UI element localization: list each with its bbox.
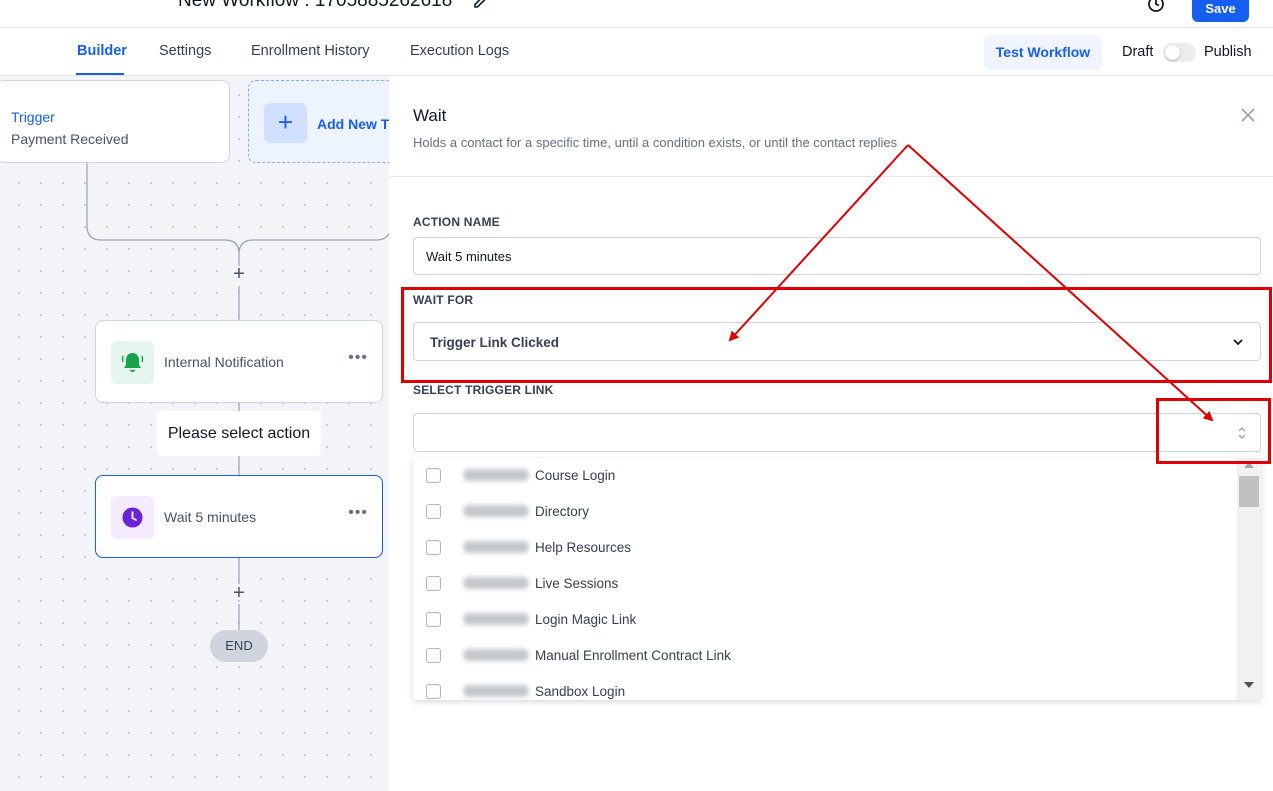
redacted-prefix — [463, 505, 529, 517]
workflow-title: New Workflow : 1705885262618 — [178, 0, 453, 11]
trigger-title: Trigger — [11, 109, 55, 125]
option-label: Sandbox Login — [535, 684, 626, 699]
history-icon[interactable] — [1146, 0, 1166, 14]
checkbox[interactable] — [426, 540, 441, 555]
list-item[interactable]: Login Magic Link — [413, 602, 1233, 638]
clock-icon — [111, 496, 154, 539]
add-new-trigger-button[interactable]: + Add New Trigger — [248, 80, 389, 163]
list-item[interactable]: Manual Enrollment Contract Link — [413, 638, 1233, 674]
close-icon[interactable] — [1241, 108, 1255, 122]
node-label: Internal Notification — [164, 354, 284, 370]
checkbox[interactable] — [426, 684, 441, 699]
option-label: Manual Enrollment Contract Link — [535, 648, 731, 663]
list-item[interactable]: Live Sessions — [413, 566, 1233, 602]
draft-label: Draft — [1122, 44, 1154, 60]
scroll-down-arrow-icon[interactable] — [1244, 682, 1254, 688]
select-trigger-link-label: SELECT TRIGGER LINK — [413, 383, 554, 397]
add-trigger-label: Add New Trigger — [317, 116, 389, 132]
trigger-link-multiselect[interactable] — [413, 413, 1261, 452]
panel-description: Holds a contact for a specific time, unt… — [413, 135, 898, 150]
workflow-canvas[interactable]: Trigger Payment Received + Add New Trigg… — [0, 76, 389, 791]
checkbox[interactable] — [426, 648, 441, 663]
top-header: New Workflow : 1705885262618 Save — [0, 0, 1273, 28]
action-name-label: ACTION NAME — [413, 215, 500, 229]
edit-pencil-icon[interactable] — [472, 0, 488, 10]
list-item[interactable]: Help Resources — [413, 530, 1233, 566]
tab-builder[interactable]: Builder — [77, 43, 127, 59]
redacted-prefix — [463, 541, 529, 553]
option-label: Help Resources — [535, 540, 632, 555]
option-label: Live Sessions — [535, 576, 619, 591]
tab-bar: Builder Settings Enrollment History Exec… — [0, 28, 1273, 76]
trigger-link-options-list[interactable]: Course Login Directory Help Resources Li… — [413, 458, 1261, 700]
plus-icon: + — [264, 103, 307, 143]
list-item[interactable]: Course Login — [413, 458, 1233, 494]
trigger-card[interactable]: Trigger Payment Received — [0, 80, 230, 163]
redacted-prefix — [463, 649, 529, 661]
publish-toggle[interactable] — [1163, 43, 1196, 62]
bell-icon — [111, 341, 154, 384]
checkbox[interactable] — [426, 504, 441, 519]
select-action-tooltip: Please select action — [157, 411, 321, 456]
list-item[interactable]: Directory — [413, 494, 1233, 530]
redacted-prefix — [463, 577, 529, 589]
list-scrollbar[interactable] — [1237, 458, 1261, 700]
redacted-prefix — [463, 469, 529, 481]
checkbox[interactable] — [426, 468, 441, 483]
active-tab-indicator — [76, 73, 124, 75]
action-name-input[interactable]: Wait 5 minutes — [413, 237, 1261, 275]
end-node: END — [210, 630, 268, 662]
wait-node[interactable]: Wait 5 minutes ••• — [95, 475, 383, 558]
tab-execution-logs[interactable]: Execution Logs — [410, 43, 509, 59]
checkbox[interactable] — [426, 612, 441, 627]
panel-title: Wait — [413, 106, 447, 125]
toggle-knob — [1165, 45, 1180, 60]
trigger-subtitle: Payment Received — [11, 131, 129, 147]
tab-enrollment-history[interactable]: Enrollment History — [251, 43, 369, 59]
node-label: Wait 5 minutes — [164, 509, 257, 525]
list-item[interactable]: Sandbox Login — [413, 674, 1233, 700]
annotation-highlight-chevron — [1156, 398, 1271, 464]
save-button[interactable]: Save — [1192, 0, 1249, 22]
add-step-plus-icon[interactable]: + — [230, 264, 248, 284]
annotation-highlight-wait-for — [401, 287, 1272, 383]
option-label: Course Login — [535, 468, 616, 483]
redacted-prefix — [463, 613, 529, 625]
internal-notification-node[interactable]: Internal Notification ••• — [95, 320, 383, 403]
tab-settings[interactable]: Settings — [159, 43, 211, 59]
option-label: Directory — [535, 504, 590, 519]
scroll-thumb[interactable] — [1239, 476, 1259, 507]
more-options-icon[interactable]: ••• — [348, 504, 368, 522]
add-step-plus-icon[interactable]: + — [230, 583, 248, 603]
action-settings-panel: Wait Holds a contact for a specific time… — [389, 76, 1273, 791]
test-workflow-button[interactable]: Test Workflow — [984, 35, 1102, 70]
redacted-prefix — [463, 685, 529, 697]
checkbox[interactable] — [426, 576, 441, 591]
more-options-icon[interactable]: ••• — [348, 349, 368, 367]
option-label: Login Magic Link — [535, 612, 637, 627]
publish-label: Publish — [1204, 44, 1252, 60]
divider — [389, 176, 1273, 177]
